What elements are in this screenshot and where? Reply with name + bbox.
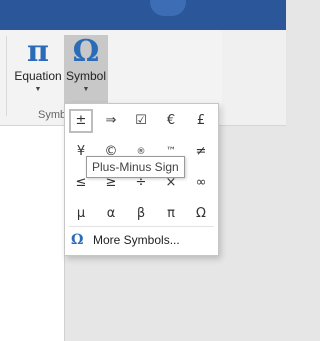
pi-icon: π bbox=[27, 34, 49, 69]
more-symbols-label: More Symbols... bbox=[93, 233, 180, 247]
symbol-pi[interactable]: π bbox=[159, 202, 183, 226]
symbol-beta[interactable]: β bbox=[129, 202, 153, 226]
chevron-down-icon: ▼ bbox=[34, 86, 42, 93]
chevron-down-icon: ▼ bbox=[82, 86, 90, 93]
symbol-micro[interactable]: µ bbox=[69, 202, 93, 226]
ribbon-separator bbox=[6, 36, 7, 116]
symbol-not-equal[interactable]: ≠ bbox=[189, 140, 213, 164]
ribbon-group-label: Symb bbox=[38, 109, 67, 121]
symbol-euro[interactable]: € bbox=[159, 109, 183, 133]
symbol-dropdown: ± ⇒ ☑ € £ ¥ © ® ™ ≠ ≤ ≥ ÷ × ∞ µ α β π Ω … bbox=[64, 103, 219, 256]
symbol-label: Symbol bbox=[65, 69, 106, 83]
symbol-pound[interactable]: £ bbox=[189, 109, 213, 133]
title-bar bbox=[0, 0, 286, 30]
tooltip: Plus-Minus Sign bbox=[86, 156, 185, 178]
title-bar-decoration bbox=[150, 0, 186, 16]
symbol-double-arrow[interactable]: ⇒ bbox=[99, 109, 123, 133]
symbol-checkbox[interactable]: ☑ bbox=[129, 109, 153, 133]
equation-label: Equation bbox=[14, 69, 62, 83]
symbol-button[interactable]: Ω Symbol ▼ bbox=[64, 35, 108, 105]
symbol-alpha[interactable]: α bbox=[99, 202, 123, 226]
omega-icon: Ω bbox=[71, 232, 84, 248]
ribbon-empty-area bbox=[222, 30, 286, 125]
more-symbols-menu-item[interactable]: Ω More Symbols... bbox=[71, 230, 180, 250]
omega-icon: Ω bbox=[72, 34, 100, 69]
symbol-plus-minus[interactable]: ± bbox=[69, 109, 93, 133]
menu-divider bbox=[69, 226, 214, 227]
equation-button[interactable]: π Equation ▼ bbox=[12, 35, 64, 105]
symbol-omega[interactable]: Ω bbox=[189, 202, 213, 226]
symbol-infinity[interactable]: ∞ bbox=[189, 171, 213, 195]
document-page bbox=[0, 126, 64, 341]
